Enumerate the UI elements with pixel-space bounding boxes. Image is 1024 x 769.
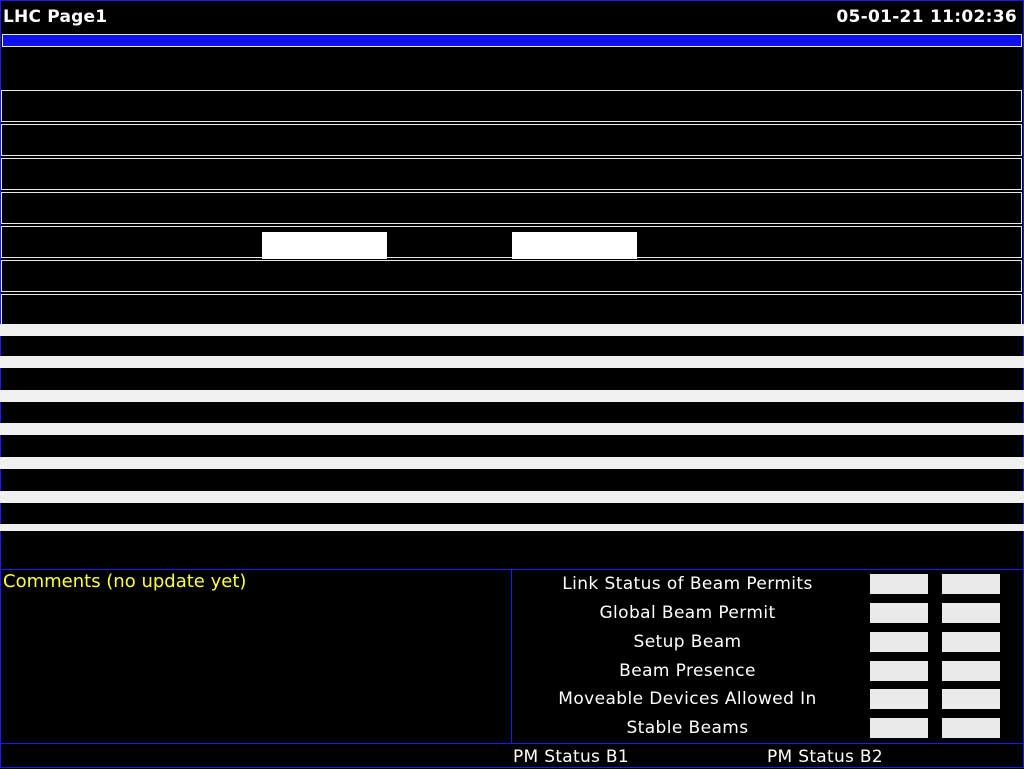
pm-status-b1: PM Status B1	[513, 747, 629, 767]
stripe-divider	[0, 491, 1024, 503]
status-cell-b2	[942, 689, 1000, 709]
status-cell-b1	[870, 632, 928, 652]
beam-indicator-b1	[262, 232, 387, 259]
status-cell-b2	[942, 603, 1000, 623]
stripe-divider	[0, 457, 1024, 469]
status-label-link-permits: Link Status of Beam Permits	[562, 574, 813, 594]
status-cell-b1	[870, 718, 928, 738]
status-label-moveable-devices: Moveable Devices Allowed In	[558, 689, 817, 709]
status-cell-b1	[870, 689, 928, 709]
status-label-beam-presence: Beam Presence	[619, 661, 756, 681]
data-row	[1, 192, 1022, 224]
data-row	[1, 90, 1022, 122]
comments-title: Comments (no update yet)	[3, 571, 247, 592]
stripe-divider	[0, 524, 1024, 531]
datetime-display: 05-01-21 11:02:36	[836, 7, 1017, 27]
status-label-stable-beams: Stable Beams	[626, 718, 749, 738]
data-row	[1, 294, 1022, 326]
status-cell-b1	[870, 603, 928, 623]
status-cell-b1	[870, 661, 928, 681]
page-title: LHC Page1	[3, 7, 108, 27]
stripe-divider	[0, 390, 1024, 402]
status-label-setup-beam: Setup Beam	[633, 632, 742, 652]
beam-indicator-b2	[512, 232, 637, 259]
status-cell-b2	[942, 718, 1000, 738]
data-row	[1, 158, 1022, 190]
status-cell-b1	[870, 574, 928, 594]
stripe-divider	[0, 356, 1024, 368]
status-label-global-permit: Global Beam Permit	[599, 603, 776, 623]
data-row	[1, 124, 1022, 156]
stripe-divider	[0, 423, 1024, 435]
pm-status-b2: PM Status B2	[767, 747, 883, 767]
stripe-divider	[0, 324, 1024, 336]
data-row	[1, 260, 1022, 292]
comments-panel	[0, 569, 512, 744]
header-bar	[2, 34, 1022, 47]
status-cell-b2	[942, 574, 1000, 594]
status-cell-b2	[942, 661, 1000, 681]
status-cell-b2	[942, 632, 1000, 652]
